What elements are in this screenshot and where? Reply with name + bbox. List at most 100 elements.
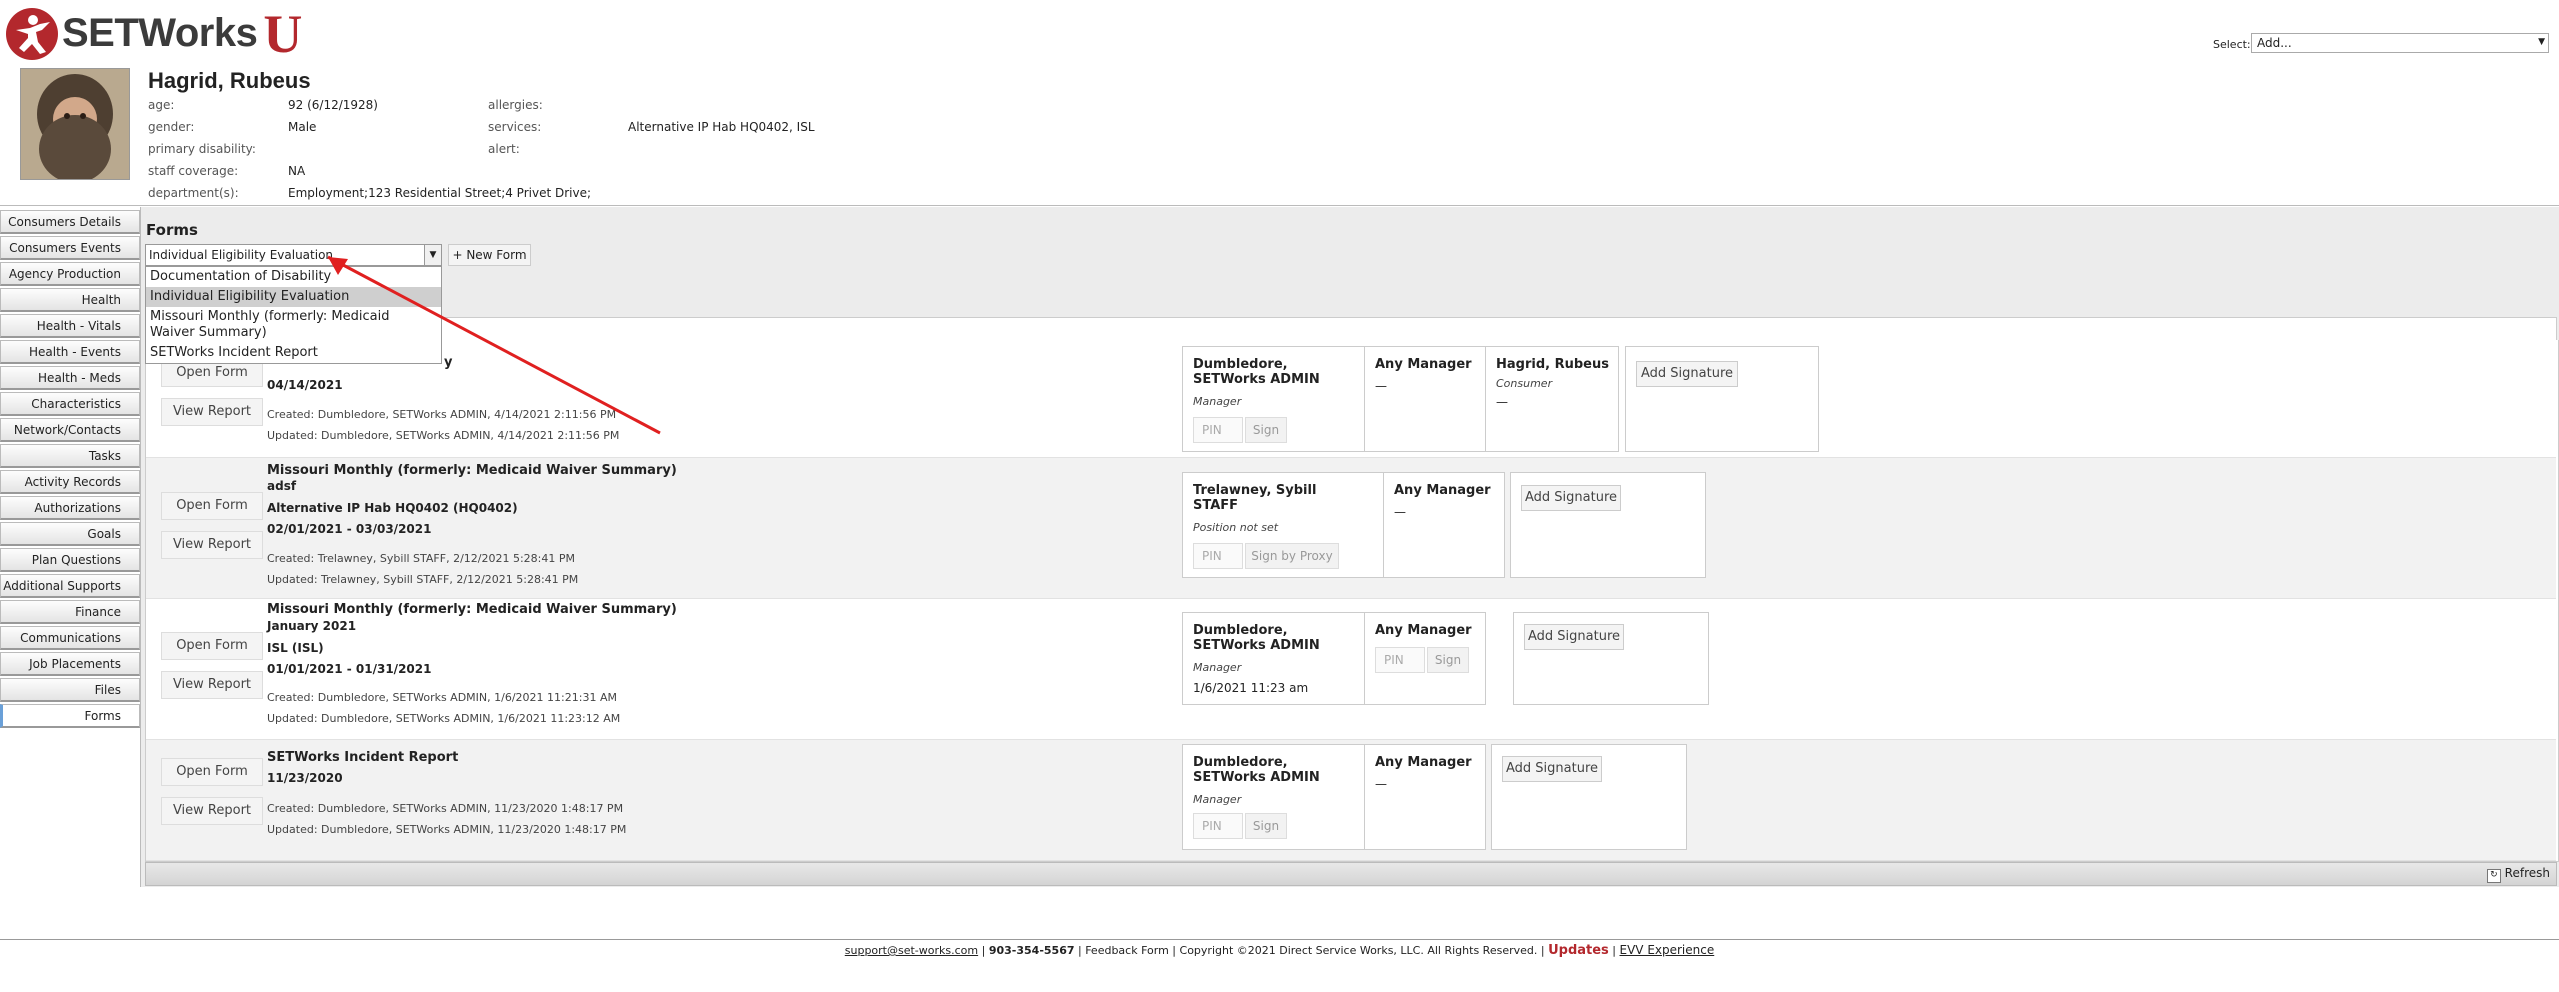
add-signature-button[interactable]: Add Signature <box>1636 361 1738 387</box>
form-subtitle: January 2021 <box>267 619 357 633</box>
annotation-arrow <box>327 255 661 435</box>
signer-name: Dumbledore, SETWorks ADMIN <box>1193 623 1320 653</box>
age-value: 92 (6/12/1928) <box>288 98 378 112</box>
sidebar-item-plan-questions[interactable]: Plan Questions <box>0 548 140 572</box>
feedback-link[interactable]: Feedback Form <box>1085 944 1169 957</box>
open-form-button[interactable]: Open Form <box>161 758 263 786</box>
signature-box: Trelawney, Sybill STAFF Position not set… <box>1182 472 1384 578</box>
sidebar-item-health-vitals[interactable]: Health - Vitals <box>0 314 140 338</box>
sidebar-item-files[interactable]: Files <box>0 678 140 702</box>
form-updated: Updated: Trelawney, Sybill STAFF, 2/12/2… <box>267 573 579 586</box>
signature-box: Add Signature <box>1513 612 1709 705</box>
form-created: Created: Dumbledore, SETWorks ADMIN, 1/6… <box>267 691 617 704</box>
form-service: ISL (ISL) <box>267 641 324 655</box>
sidebar-item-characteristics[interactable]: Characteristics <box>0 392 140 416</box>
refresh-label: Refresh <box>2504 866 2550 880</box>
staff-coverage-label: staff coverage: <box>148 164 239 178</box>
view-report-button[interactable]: View Report <box>161 531 263 559</box>
sidebar-item-communications[interactable]: Communications <box>0 626 140 650</box>
form-date-range: 02/01/2021 - 03/03/2021 <box>267 522 432 536</box>
primary-disability-label: primary disability: <box>148 142 256 156</box>
departments-label: department(s): <box>148 186 239 200</box>
add-signature-button[interactable]: Add Signature <box>1521 485 1621 511</box>
signer-role: Consumer <box>1496 377 1553 390</box>
add-select[interactable]: Add... ▼ <box>2251 33 2549 53</box>
form-created: Created: Trelawney, Sybill STAFF, 2/12/2… <box>267 552 576 565</box>
open-form-button[interactable]: Open Form <box>161 632 263 660</box>
pin-input[interactable]: PIN <box>1193 813 1243 839</box>
allergies-label: allergies: <box>488 98 543 112</box>
signature-box: Hagrid, Rubeus Consumer — <box>1485 346 1619 452</box>
view-report-button[interactable]: View Report <box>161 797 263 825</box>
updates-link[interactable]: Updates <box>1548 943 1609 958</box>
support-email-link[interactable]: support@set-works.com <box>845 944 978 957</box>
brand-suffix: U <box>263 3 303 64</box>
sidebar-item-consumers-events[interactable]: Consumers Events <box>0 236 140 260</box>
form-date-range: 01/01/2021 - 01/31/2021 <box>267 662 432 676</box>
sign-by-proxy-button[interactable]: Sign by Proxy <box>1245 543 1339 569</box>
refresh-button[interactable]: ↻ Refresh <box>2486 866 2550 883</box>
signature-box: Add Signature <box>1491 744 1687 850</box>
sidebar-item-health-meds[interactable]: Health - Meds <box>0 366 140 390</box>
forms-title: Forms <box>146 221 198 239</box>
brand-name: SETWorks <box>62 11 258 55</box>
sidebar-item-finance[interactable]: Finance <box>0 600 140 624</box>
footer: support@set-works.com | 903-354-5567 | F… <box>844 943 1715 958</box>
add-signature-button[interactable]: Add Signature <box>1502 756 1602 782</box>
form-title: SETWorks Incident Report <box>267 750 459 765</box>
form-title: Missouri Monthly (formerly: Medicaid Wai… <box>267 463 677 478</box>
view-report-button[interactable]: View Report <box>161 398 263 426</box>
signer-role: Manager <box>1193 793 1242 806</box>
sign-button[interactable]: Sign <box>1245 813 1287 839</box>
form-row: Open Form View Report Missouri Monthly (… <box>146 599 2556 740</box>
signature-dash: — <box>1496 395 1508 409</box>
form-updated: Updated: Dumbledore, SETWorks ADMIN, 11/… <box>267 823 627 836</box>
sidebar-item-agency-production[interactable]: Agency Production <box>0 262 140 286</box>
sidebar-item-health-events[interactable]: Health - Events <box>0 340 140 364</box>
form-subtitle: adsf <box>267 479 297 493</box>
sidebar-item-health[interactable]: Health <box>0 288 140 312</box>
signature-box: Any Manager — <box>1364 744 1486 850</box>
sidebar: Consumers Details Consumers Events Agenc… <box>0 210 140 730</box>
signer-name: Hagrid, Rubeus <box>1496 357 1609 372</box>
footer-divider <box>0 939 2559 940</box>
signed-timestamp: 1/6/2021 11:23 am <box>1193 681 1309 695</box>
chevron-down-icon: ▼ <box>2538 37 2545 47</box>
setworks-logo[interactable]: SETWorks U <box>6 6 302 61</box>
sidebar-item-goals[interactable]: Goals <box>0 522 140 546</box>
signer-name: Dumbledore, SETWorks ADMIN <box>1193 357 1320 387</box>
sidebar-item-forms[interactable]: Forms <box>0 704 140 728</box>
form-title: Missouri Monthly (formerly: Medicaid Wai… <box>267 602 677 617</box>
signer-role: Position not set <box>1193 521 1279 534</box>
refresh-icon: ↻ <box>2486 869 2501 883</box>
pin-input[interactable]: PIN <box>1375 647 1425 673</box>
sidebar-item-network-contacts[interactable]: Network/Contacts <box>0 418 140 442</box>
forms-list-footer: ↻ Refresh <box>145 862 2557 886</box>
sign-button[interactable]: Sign <box>1427 647 1469 673</box>
sidebar-item-activity-records[interactable]: Activity Records <box>0 470 140 494</box>
signature-box: Add Signature <box>1510 472 1706 578</box>
pin-input[interactable]: PIN <box>1193 543 1243 569</box>
sidebar-item-job-placements[interactable]: Job Placements <box>0 652 140 676</box>
sidebar-item-consumers-details[interactable]: Consumers Details <box>0 210 140 234</box>
signature-box: Dumbledore, SETWorks ADMIN Manager PIN S… <box>1182 744 1365 850</box>
signer-role: Manager <box>1193 395 1242 408</box>
signer-name: Any Manager <box>1394 483 1491 498</box>
sidebar-item-tasks[interactable]: Tasks <box>0 444 140 468</box>
view-report-button[interactable]: View Report <box>161 671 263 699</box>
gender-label: gender: <box>148 120 195 134</box>
evv-experience-link[interactable]: EVV Experience <box>1620 943 1715 957</box>
sign-button[interactable]: Sign <box>1245 417 1287 443</box>
header-divider <box>0 205 2559 206</box>
phone-number: 903-354-5567 <box>988 944 1075 957</box>
open-form-button[interactable]: Open Form <box>161 492 263 520</box>
signature-box: Any Manager PIN Sign <box>1364 612 1486 705</box>
pin-input[interactable]: PIN <box>1193 417 1243 443</box>
signature-box: Any Manager — <box>1364 346 1486 452</box>
alert-label: alert: <box>488 142 520 156</box>
staff-coverage-value: NA <box>288 164 306 178</box>
add-signature-button[interactable]: Add Signature <box>1524 624 1624 650</box>
sidebar-item-additional-supports[interactable]: Additional Supports <box>0 574 140 598</box>
sidebar-item-authorizations[interactable]: Authorizations <box>0 496 140 520</box>
form-created: Created: Dumbledore, SETWorks ADMIN, 11/… <box>267 802 624 815</box>
